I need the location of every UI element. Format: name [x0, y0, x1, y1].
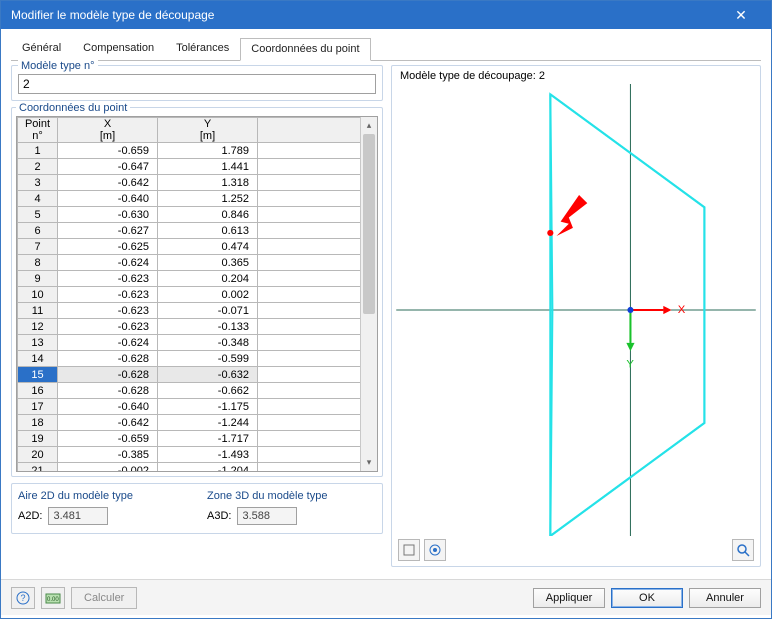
table-row[interactable]: 20-0.385-1.493	[18, 447, 377, 463]
table-row[interactable]: 4-0.6401.252	[18, 191, 377, 207]
scroll-down-icon[interactable]: ▾	[361, 454, 377, 471]
toolbar-btn-3[interactable]	[732, 539, 754, 561]
tab-general[interactable]: Général	[11, 37, 72, 60]
coords-group-label: Coordonnées du point	[16, 102, 130, 114]
table-row[interactable]: 3-0.6421.318	[18, 175, 377, 191]
preview-title: Modèle type de découpage: 2	[400, 70, 545, 82]
tab-bar: Général Compensation Tolérances Coordonn…	[11, 37, 761, 61]
scroll-up-icon[interactable]: ▴	[361, 117, 377, 134]
table-row[interactable]: 10-0.6230.002	[18, 287, 377, 303]
pointer-arrow-icon	[556, 195, 587, 236]
table-row[interactable]: 15-0.628-0.632	[18, 367, 377, 383]
table-row[interactable]: 21-0.002-1.204	[18, 463, 377, 473]
scroll-handle[interactable]	[363, 134, 375, 314]
model-number-group: Modèle type n°	[11, 65, 383, 101]
table-row[interactable]: 19-0.659-1.717	[18, 431, 377, 447]
svg-text:0.00: 0.00	[47, 597, 59, 603]
footer-bar: ? 0.00 Calculer Appliquer OK Annuler	[1, 579, 771, 615]
table-row[interactable]: 1-0.6591.789	[18, 143, 377, 159]
coords-group: Coordonnées du point Pointn° X[m] Y[m]	[11, 107, 383, 477]
ok-button[interactable]: OK	[611, 588, 683, 608]
svg-text:?: ?	[21, 593, 26, 603]
origin-point	[627, 307, 633, 313]
preview-panel: Modèle type de découpage: 2 X	[391, 65, 761, 567]
tab-coords[interactable]: Coordonnées du point	[240, 38, 370, 61]
model-number-label: Modèle type n°	[18, 60, 98, 72]
help-icon[interactable]: ?	[11, 587, 35, 609]
calculate-button[interactable]: Calculer	[71, 587, 137, 609]
area-2d-prefix: A2D:	[18, 510, 42, 522]
preview-canvas: X Y	[396, 84, 756, 536]
table-row[interactable]: 18-0.642-1.244	[18, 415, 377, 431]
table-row[interactable]: 6-0.6270.613	[18, 223, 377, 239]
table-row[interactable]: 9-0.6230.204	[18, 271, 377, 287]
coords-table[interactable]: Pointn° X[m] Y[m] 1-0.6591.7892-0.6471.4…	[17, 117, 377, 472]
area-2d-label: Aire 2D du modèle type	[18, 490, 187, 502]
cancel-button[interactable]: Annuler	[689, 588, 761, 608]
area-2d-value: 3.481	[48, 507, 108, 525]
table-row[interactable]: 5-0.6300.846	[18, 207, 377, 223]
table-row[interactable]: 8-0.6240.365	[18, 255, 377, 271]
table-row[interactable]: 16-0.628-0.662	[18, 383, 377, 399]
table-row[interactable]: 7-0.6250.474	[18, 239, 377, 255]
table-row[interactable]: 2-0.6471.441	[18, 159, 377, 175]
window-title: Modifier le modèle type de découpage	[11, 8, 721, 22]
coords-table-wrap: Pointn° X[m] Y[m] 1-0.6591.7892-0.6471.4…	[16, 116, 378, 472]
tab-compensation[interactable]: Compensation	[72, 37, 165, 60]
table-row[interactable]: 14-0.628-0.599	[18, 351, 377, 367]
vertical-scrollbar[interactable]: ▴ ▾	[360, 117, 377, 471]
titlebar: Modifier le modèle type de découpage ✕	[1, 1, 771, 29]
tab-tolerances[interactable]: Tolérances	[165, 37, 240, 60]
table-row[interactable]: 17-0.640-1.175	[18, 399, 377, 415]
apply-button[interactable]: Appliquer	[533, 588, 605, 608]
toolbar-btn-1[interactable]	[398, 539, 420, 561]
areas-group: Aire 2D du modèle type A2D: 3.481 Zone 3…	[11, 483, 383, 534]
model-number-input[interactable]	[18, 74, 376, 94]
col-y: Y[m]	[158, 118, 258, 143]
axis-x-label: X	[678, 304, 686, 316]
selected-point-marker	[547, 230, 553, 236]
table-row[interactable]: 13-0.624-0.348	[18, 335, 377, 351]
preview-toolbar	[398, 538, 754, 562]
col-x: X[m]	[58, 118, 158, 143]
units-icon[interactable]: 0.00	[41, 587, 65, 609]
area-3d-value: 3.588	[237, 507, 297, 525]
axis-y-label: Y	[626, 359, 634, 371]
toolbar-btn-2[interactable]	[424, 539, 446, 561]
col-point: Pointn°	[18, 118, 58, 143]
col-blank	[258, 118, 377, 143]
area-3d-label: Zone 3D du modèle type	[207, 490, 376, 502]
close-icon[interactable]: ✕	[721, 1, 761, 29]
table-row[interactable]: 11-0.623-0.071	[18, 303, 377, 319]
area-3d-prefix: A3D:	[207, 510, 231, 522]
table-row[interactable]: 12-0.623-0.133	[18, 319, 377, 335]
